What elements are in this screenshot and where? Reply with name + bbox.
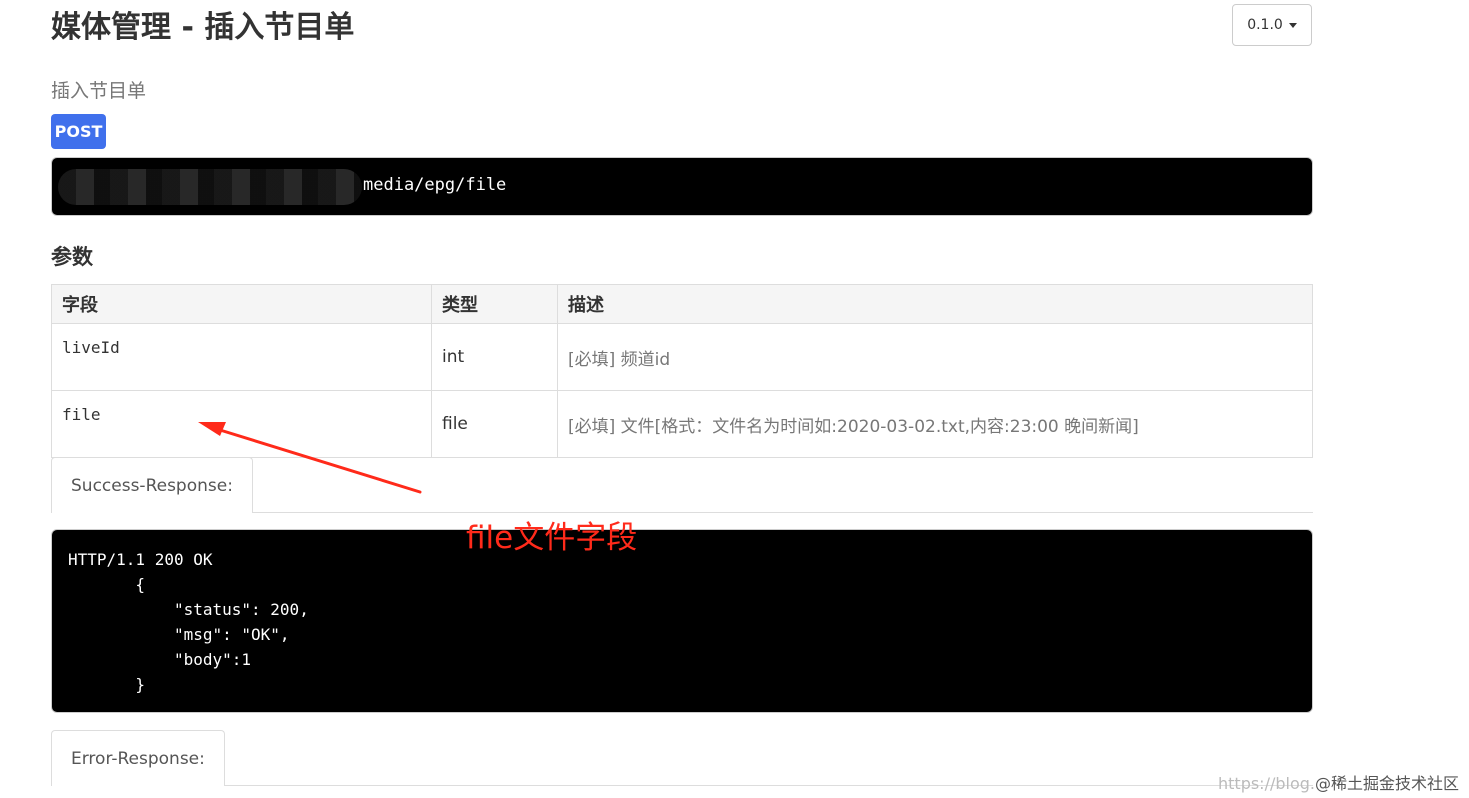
param-desc: [必填] 频道id: [557, 323, 1313, 391]
success-response-code: HTTP/1.1 200 OK { "status": 200, "msg": …: [51, 529, 1313, 713]
table-row: liveId int [必填] 频道id: [51, 323, 1313, 391]
params-section-title: 参数: [51, 245, 93, 269]
param-desc: [必填] 文件[格式：文件名为时间如:2020-03-02.txt,内容:23:…: [557, 390, 1313, 458]
column-header-field: 字段: [51, 284, 432, 324]
api-doc-page: 媒体管理 - 插入节目单 0.1.0 插入节目单 POST media/epg/…: [0, 0, 1469, 798]
watermark-prefix: https://blog.: [1218, 774, 1315, 793]
redacted-host: [58, 169, 362, 205]
param-type: int: [431, 323, 558, 391]
endpoint-url-box: media/epg/file: [51, 157, 1313, 216]
watermark-suffix: @稀土掘金技术社区: [1314, 774, 1459, 793]
watermark: https://blog.@稀土掘金技术社区: [1218, 770, 1459, 794]
param-field: liveId: [51, 323, 432, 391]
param-type: file: [431, 390, 558, 458]
column-header-type: 类型: [431, 284, 558, 324]
annotation-arrow-icon: [198, 422, 422, 494]
column-header-desc: 描述: [557, 284, 1313, 324]
version-dropdown-button[interactable]: 0.1.0: [1232, 4, 1312, 46]
version-label: 0.1.0: [1247, 17, 1283, 33]
method-badge: POST: [51, 114, 106, 149]
tab-error-response[interactable]: Error-Response:: [51, 730, 225, 786]
endpoint-url-path: media/epg/file: [363, 175, 507, 195]
caret-down-icon: [1288, 22, 1297, 28]
params-header-row: 字段 类型 描述: [51, 284, 1313, 324]
error-tabs-divider: [51, 785, 1313, 786]
endpoint-subtitle: 插入节目单: [51, 80, 147, 102]
page-title: 媒体管理 - 插入节目单: [51, 10, 355, 45]
annotation-label: file文件字段: [466, 520, 638, 556]
